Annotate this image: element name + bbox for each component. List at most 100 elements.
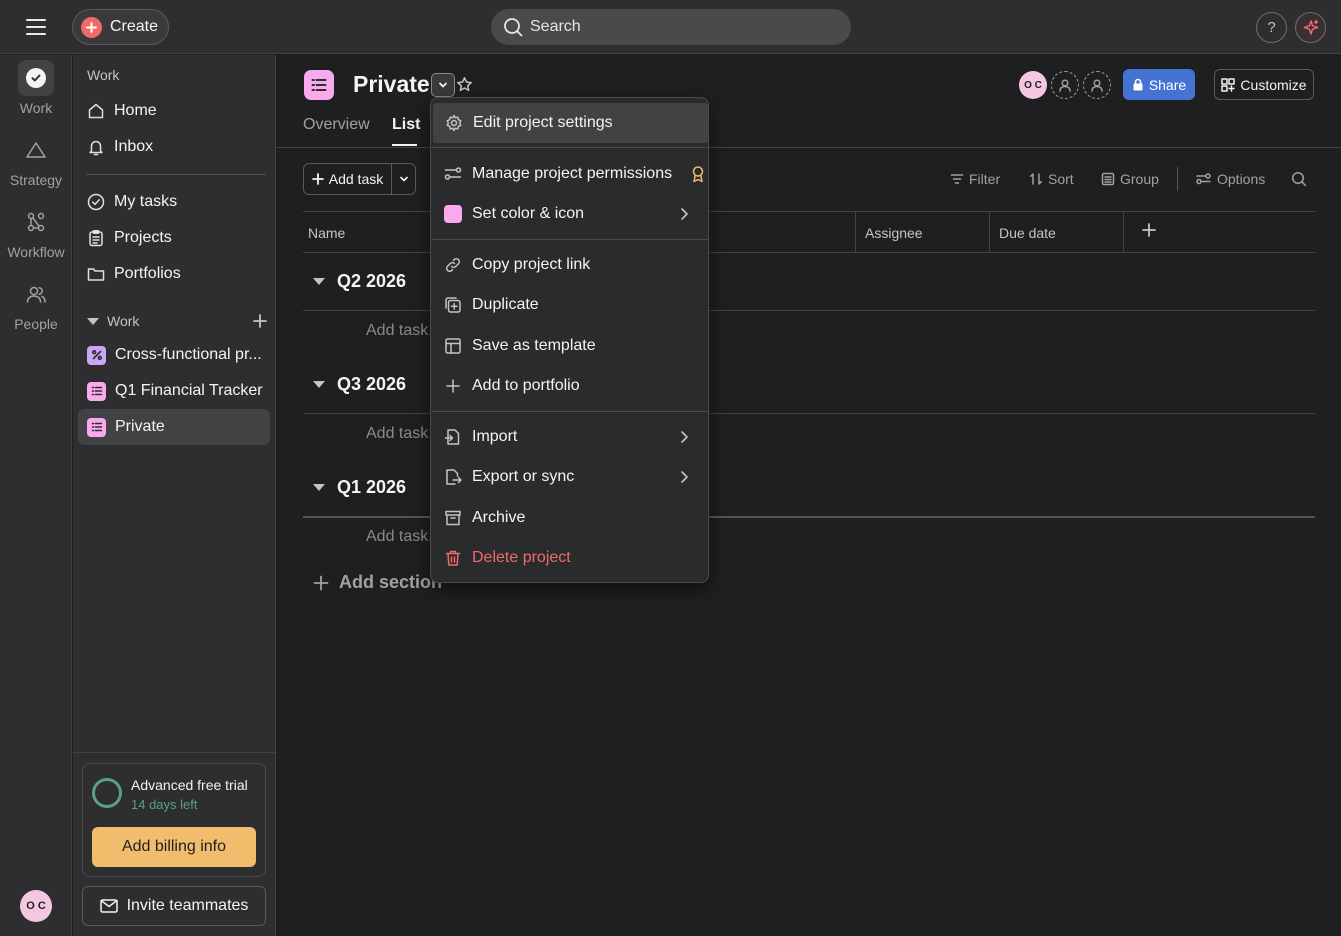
menu-item-label: Import: [472, 428, 518, 445]
avatar[interactable]: O C: [20, 890, 52, 922]
column-header-assignee[interactable]: Assignee: [865, 225, 923, 241]
user-placeholder-icon[interactable]: [1083, 71, 1111, 99]
top-bar: Create Search ?: [0, 0, 1341, 54]
left-rail: Work Strategy Workflow People O C: [0, 55, 72, 936]
clipboard-icon: [87, 229, 105, 247]
rail-item-workflow[interactable]: Workflow: [0, 204, 72, 260]
filter-label: Filter: [969, 171, 1001, 187]
menu-item-export-or-sync[interactable]: Export or sync: [432, 457, 709, 497]
search-icon[interactable]: [1291, 171, 1307, 187]
menu-item-copy-project-link[interactable]: Copy project link: [432, 245, 709, 285]
share-button[interactable]: Share: [1123, 69, 1195, 100]
trial-panel: Advanced free trial 14 days left Add bil…: [73, 752, 275, 936]
column-divider: [989, 212, 990, 253]
caret-down-icon[interactable]: [313, 278, 325, 285]
avatar-initials: O C: [26, 900, 46, 912]
check-circle-icon: [87, 193, 105, 211]
add-column-plus-icon[interactable]: [1142, 223, 1156, 237]
section-title: Q1 2026: [337, 477, 407, 497]
sidebar-item-my-tasks[interactable]: My tasks: [78, 184, 270, 220]
create-button[interactable]: Create: [72, 9, 169, 45]
column-header-name[interactable]: Name: [308, 225, 345, 241]
home-icon: [87, 102, 105, 120]
permissions-icon: [444, 165, 462, 183]
sidebar-item-cross-functional[interactable]: Cross-functional pr...: [78, 337, 270, 373]
caret-down-icon[interactable]: [313, 484, 325, 491]
menu-item-delete-project[interactable]: Delete project: [432, 538, 709, 578]
rail-label: People: [14, 316, 58, 332]
column-header-due-date[interactable]: Due date: [999, 225, 1056, 241]
sidebar-item-label: Projects: [114, 229, 172, 246]
star-icon[interactable]: [456, 76, 473, 93]
add-billing-info-button[interactable]: Add billing info: [92, 827, 256, 867]
menu-item-import[interactable]: Import: [432, 417, 709, 457]
tab-overview[interactable]: Overview: [303, 116, 370, 134]
customize-button[interactable]: Customize: [1214, 69, 1314, 100]
menu-item-set-color-icon[interactable]: Set color & icon: [432, 194, 709, 234]
divider: [432, 239, 709, 240]
menu-item-manage-project-permissions[interactable]: Manage project permissions: [432, 154, 709, 194]
invite-label: Invite teammates: [126, 897, 249, 914]
sidebar-item-portfolios[interactable]: Portfolios: [78, 256, 270, 292]
sidebar-item-projects[interactable]: Projects: [78, 220, 270, 256]
menu-item-add-to-portfolio[interactable]: Add to portfolio: [432, 366, 709, 406]
share-label: Share: [1148, 76, 1187, 93]
plus-icon: [444, 377, 462, 395]
add-section-button[interactable]: Add section: [313, 572, 442, 593]
member-avatar[interactable]: O C: [1019, 71, 1047, 99]
sidebar-item-inbox[interactable]: Inbox: [78, 129, 270, 165]
user-placeholder-icon[interactable]: [1051, 71, 1079, 99]
sidebar-item-label: My tasks: [114, 193, 178, 210]
sort-button[interactable]: Sort: [1029, 171, 1074, 187]
link-icon: [444, 256, 462, 274]
group-button[interactable]: Group: [1101, 171, 1159, 187]
caret-down-icon[interactable]: [313, 381, 325, 388]
tab-list[interactable]: List: [392, 116, 420, 134]
duplicate-icon: [444, 296, 462, 314]
options-button[interactable]: Options: [1196, 171, 1265, 187]
caret-down-icon: [87, 317, 99, 325]
project-list-icon: [87, 417, 106, 437]
section-header[interactable]: Q1 2026: [313, 477, 406, 498]
section-header[interactable]: Q2 2026: [313, 271, 406, 292]
workflow-icon: [18, 204, 54, 240]
plus-icon: [313, 575, 329, 591]
rail-item-people[interactable]: People: [0, 276, 72, 332]
plus-icon: [311, 173, 324, 185]
sidebar-item-private[interactable]: Private: [78, 409, 270, 445]
rail-item-work[interactable]: Work: [0, 60, 72, 116]
help-button[interactable]: ?: [1256, 12, 1287, 43]
chevron-down-icon[interactable]: [392, 164, 415, 194]
gear-icon: [445, 114, 463, 132]
project-icon[interactable]: [304, 70, 334, 100]
menu-item-duplicate[interactable]: Duplicate: [432, 285, 709, 325]
menu-item-label: Add to portfolio: [472, 377, 580, 394]
chevron-down-icon[interactable]: [431, 73, 455, 97]
sidebar-item-label: Q1 Financial Tracker: [115, 382, 263, 399]
rail-item-strategy[interactable]: Strategy: [0, 132, 72, 188]
sidebar-section-work[interactable]: Work: [87, 313, 267, 329]
chevron-right-icon: [677, 429, 691, 445]
filter-button[interactable]: Filter: [950, 171, 1000, 187]
group-label: Group: [1120, 171, 1159, 187]
invite-teammates-button[interactable]: Invite teammates: [82, 886, 266, 926]
ai-sparkle-icon[interactable]: [1295, 12, 1326, 43]
trash-icon: [444, 549, 462, 567]
menu-item-archive[interactable]: Archive: [432, 498, 709, 538]
project-list-icon: [87, 381, 106, 401]
sidebar-item-q1-financial-tracker[interactable]: Q1 Financial Tracker: [78, 373, 270, 409]
section-header[interactable]: Q3 2026: [313, 374, 406, 395]
menu-item-edit-project-settings[interactable]: Edit project settings: [433, 103, 708, 143]
add-task-button[interactable]: Add task: [304, 164, 392, 194]
sidebar-item-home[interactable]: Home: [78, 93, 270, 129]
menu-item-label: Edit project settings: [473, 114, 613, 131]
page-title[interactable]: Private: [353, 71, 430, 98]
hamburger-menu-icon[interactable]: [22, 14, 50, 40]
add-section-label: Add section: [339, 572, 443, 592]
options-icon: [1196, 172, 1212, 186]
menu-item-save-as-template[interactable]: Save as template: [432, 326, 709, 366]
sidebar-item-label: Portfolios: [114, 265, 181, 282]
color-swatch: [444, 205, 462, 223]
search-input[interactable]: Search: [491, 9, 851, 45]
plus-icon[interactable]: [253, 314, 267, 328]
